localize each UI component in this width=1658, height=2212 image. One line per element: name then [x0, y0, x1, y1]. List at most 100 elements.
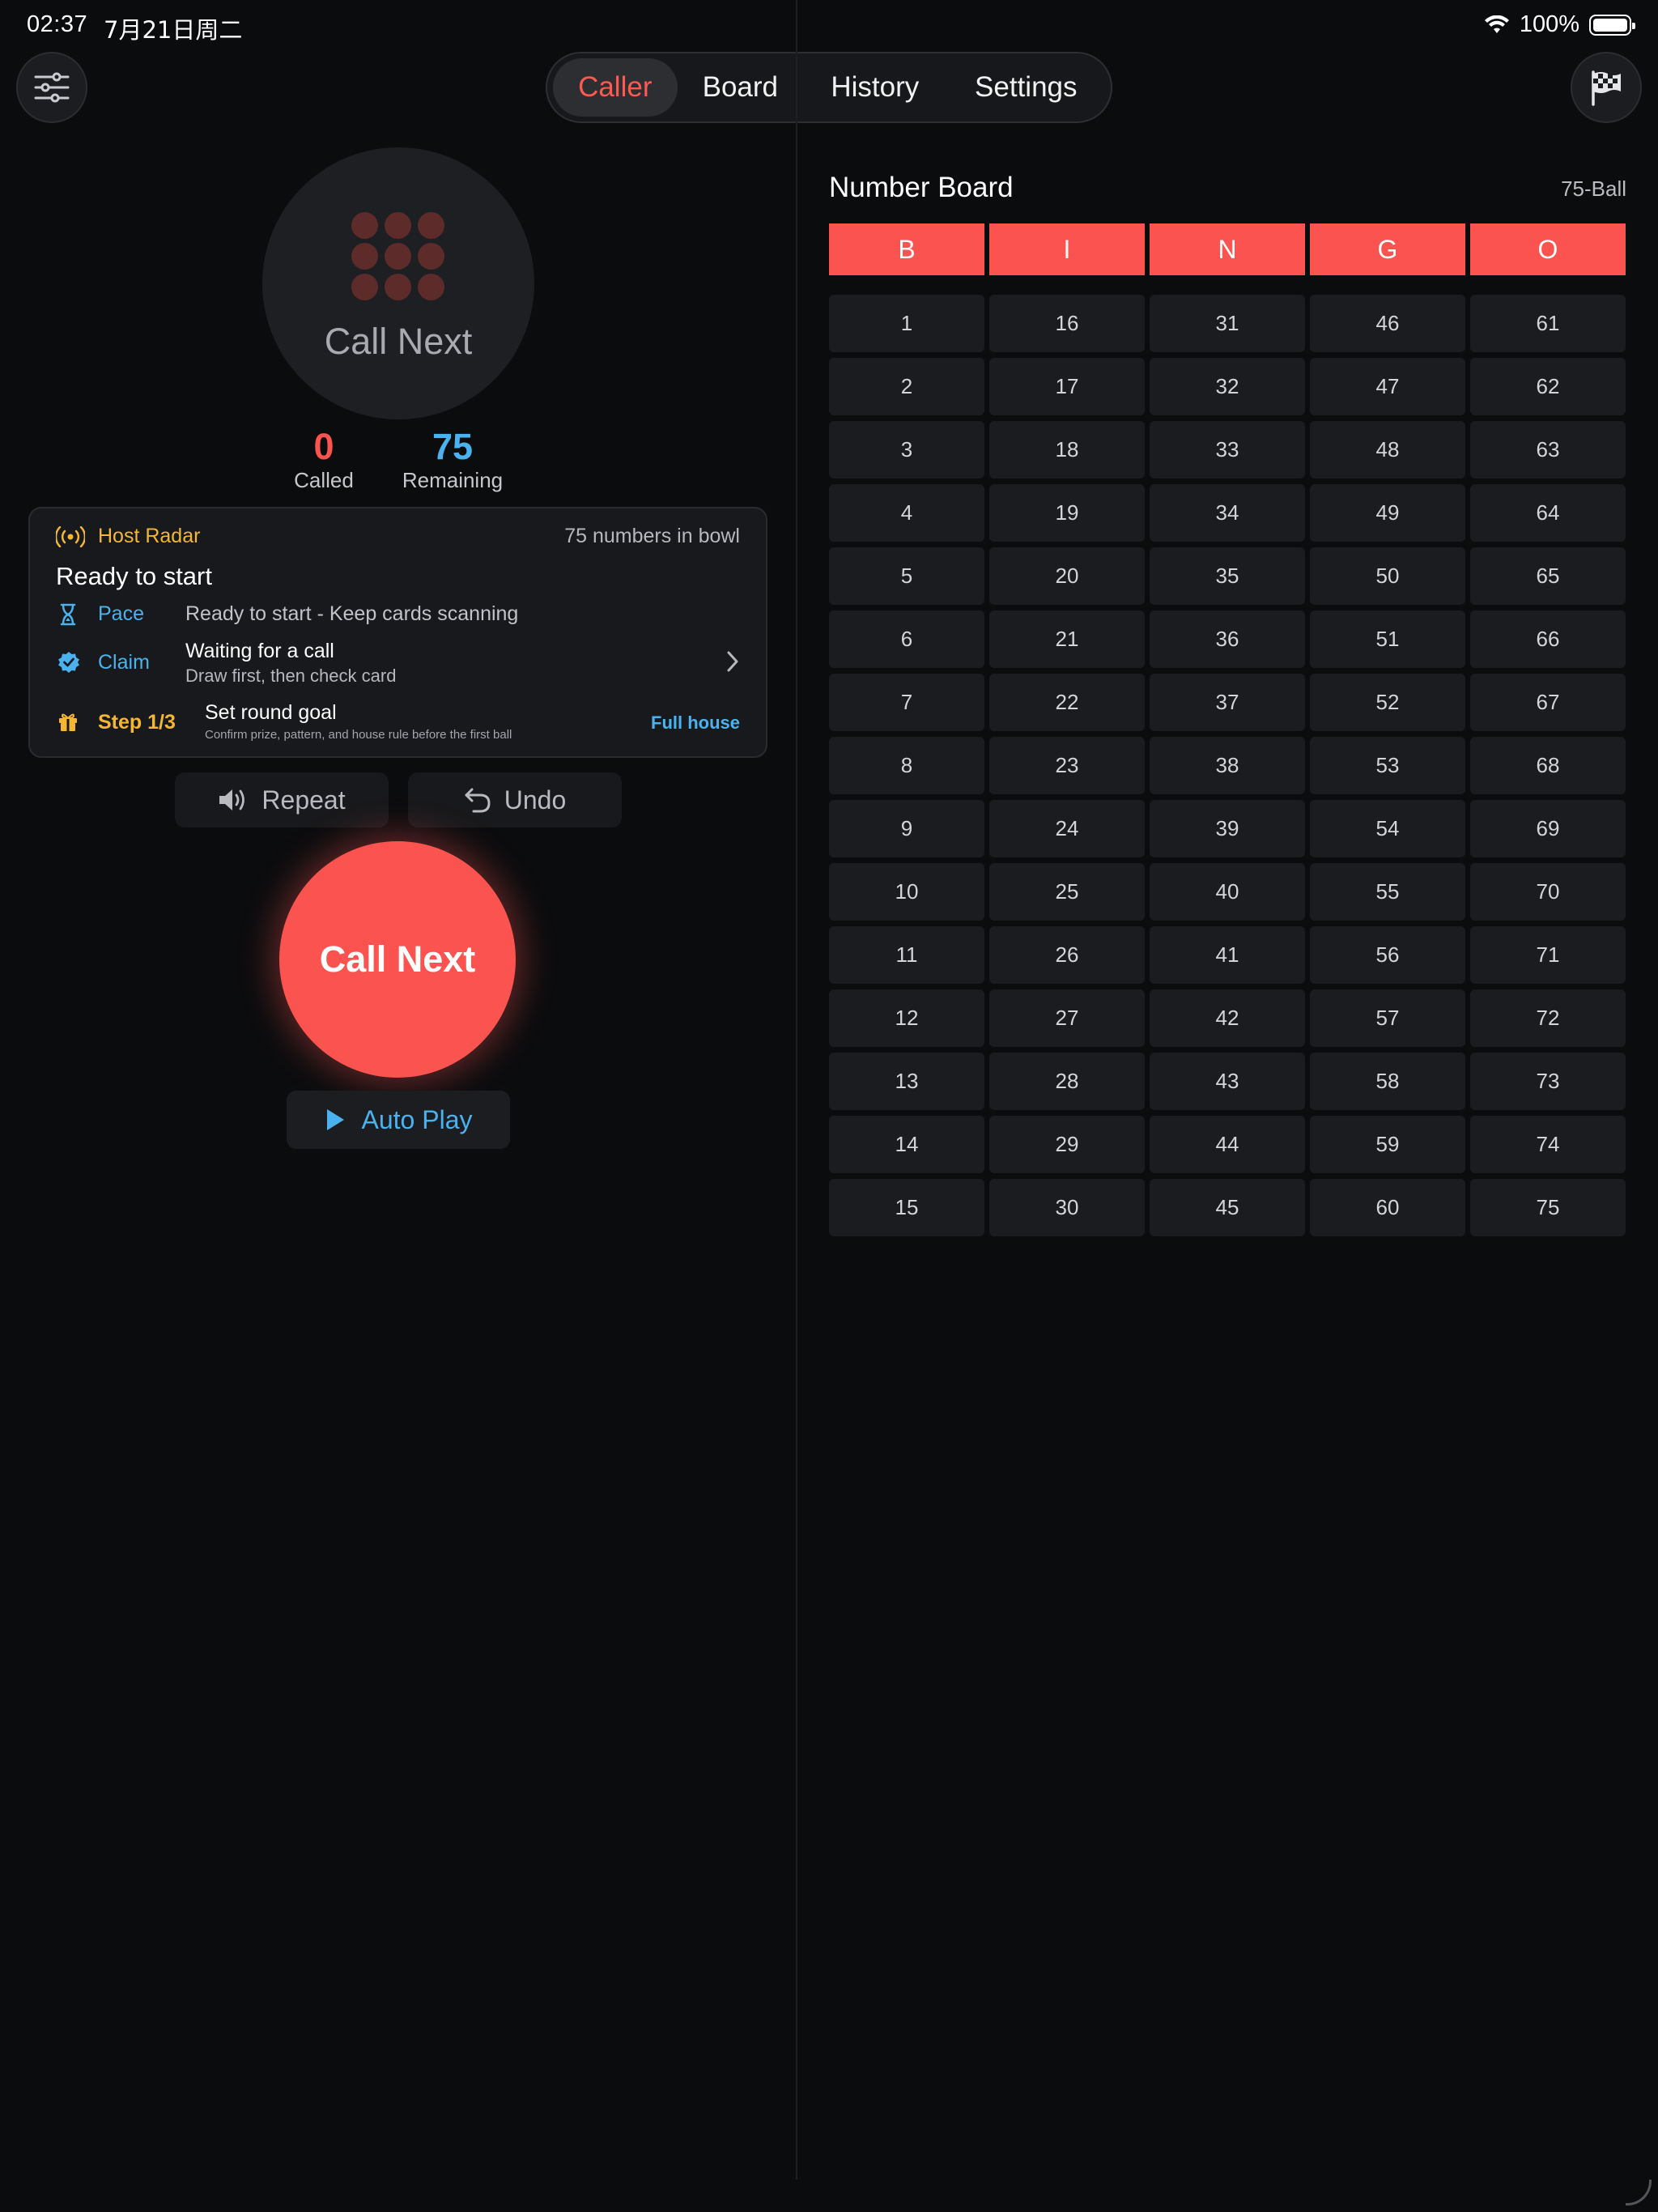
step-label: Step 1/3: [98, 711, 176, 734]
number-cell-27[interactable]: 27: [989, 989, 1145, 1047]
number-cell-1[interactable]: 1: [829, 295, 984, 352]
number-cell-13[interactable]: 13: [829, 1053, 984, 1110]
tab-caller[interactable]: Caller: [553, 58, 678, 117]
number-cell-43[interactable]: 43: [1150, 1053, 1305, 1110]
number-cell-7[interactable]: 7: [829, 674, 984, 731]
number-cell-44[interactable]: 44: [1150, 1116, 1305, 1173]
number-cell-33[interactable]: 33: [1150, 421, 1305, 479]
tab-board[interactable]: Board: [678, 58, 804, 117]
number-cell-23[interactable]: 23: [989, 737, 1145, 794]
number-cell-16[interactable]: 16: [989, 295, 1145, 352]
number-cell-34[interactable]: 34: [1150, 484, 1305, 542]
column-header-g: G: [1310, 223, 1465, 275]
number-cell-71[interactable]: 71: [1470, 926, 1626, 984]
number-cell-41[interactable]: 41: [1150, 926, 1305, 984]
number-cell-28[interactable]: 28: [989, 1053, 1145, 1110]
number-cell-24[interactable]: 24: [989, 800, 1145, 857]
number-cell-21[interactable]: 21: [989, 610, 1145, 668]
number-cell-18[interactable]: 18: [989, 421, 1145, 479]
board-header-row: B I N G O: [829, 223, 1626, 275]
number-cell-11[interactable]: 11: [829, 926, 984, 984]
number-cell-15[interactable]: 15: [829, 1179, 984, 1236]
called-label: Called: [294, 468, 354, 492]
number-cell-2[interactable]: 2: [829, 358, 984, 415]
number-cell-62[interactable]: 62: [1470, 358, 1626, 415]
number-cell-72[interactable]: 72: [1470, 989, 1626, 1047]
current-ball[interactable]: Call Next: [262, 147, 534, 419]
column-header-i: I: [989, 223, 1145, 275]
number-cell-14[interactable]: 14: [829, 1116, 984, 1173]
number-cell-30[interactable]: 30: [989, 1179, 1145, 1236]
finish-game-button[interactable]: [1571, 52, 1642, 123]
number-cell-75[interactable]: 75: [1470, 1179, 1626, 1236]
number-cell-3[interactable]: 3: [829, 421, 984, 479]
number-cell-31[interactable]: 31: [1150, 295, 1305, 352]
number-cell-73[interactable]: 73: [1470, 1053, 1626, 1110]
claim-row[interactable]: Claim Waiting for a call Draw first, the…: [30, 640, 769, 696]
number-cell-37[interactable]: 37: [1150, 674, 1305, 731]
checkered-flag-icon: [1592, 70, 1621, 106]
tab-history[interactable]: History: [803, 58, 946, 117]
number-cell-60[interactable]: 60: [1310, 1179, 1465, 1236]
number-cell-48[interactable]: 48: [1310, 421, 1465, 479]
number-cell-40[interactable]: 40: [1150, 863, 1305, 921]
auto-play-button[interactable]: Auto Play: [287, 1091, 510, 1149]
repeat-button[interactable]: Repeat: [175, 772, 389, 827]
number-cell-61[interactable]: 61: [1470, 295, 1626, 352]
number-cell-56[interactable]: 56: [1310, 926, 1465, 984]
number-cell-74[interactable]: 74: [1470, 1116, 1626, 1173]
number-cell-58[interactable]: 58: [1310, 1053, 1465, 1110]
filters-button[interactable]: [16, 52, 87, 123]
number-cell-68[interactable]: 68: [1470, 737, 1626, 794]
number-cell-64[interactable]: 64: [1470, 484, 1626, 542]
number-cell-59[interactable]: 59: [1310, 1116, 1465, 1173]
number-cell-20[interactable]: 20: [989, 547, 1145, 605]
number-cell-19[interactable]: 19: [989, 484, 1145, 542]
tab-settings[interactable]: Settings: [947, 58, 1105, 117]
pace-text: Ready to start - Keep cards scanning: [185, 602, 519, 625]
number-cell-66[interactable]: 66: [1470, 610, 1626, 668]
number-cell-32[interactable]: 32: [1150, 358, 1305, 415]
number-cell-38[interactable]: 38: [1150, 737, 1305, 794]
full-house-link[interactable]: Full house: [651, 713, 740, 734]
number-cell-63[interactable]: 63: [1470, 421, 1626, 479]
number-cell-55[interactable]: 55: [1310, 863, 1465, 921]
number-cell-50[interactable]: 50: [1310, 547, 1465, 605]
number-cell-52[interactable]: 52: [1310, 674, 1465, 731]
number-cell-5[interactable]: 5: [829, 547, 984, 605]
number-cell-47[interactable]: 47: [1310, 358, 1465, 415]
play-icon: [326, 1109, 344, 1130]
number-cell-25[interactable]: 25: [989, 863, 1145, 921]
number-cell-45[interactable]: 45: [1150, 1179, 1305, 1236]
undo-button[interactable]: Undo: [408, 772, 622, 827]
number-cell-8[interactable]: 8: [829, 737, 984, 794]
number-cell-4[interactable]: 4: [829, 484, 984, 542]
number-cell-17[interactable]: 17: [989, 358, 1145, 415]
number-cell-57[interactable]: 57: [1310, 989, 1465, 1047]
number-cell-42[interactable]: 42: [1150, 989, 1305, 1047]
board-mode: 75-Ball: [1561, 177, 1626, 201]
number-cell-26[interactable]: 26: [989, 926, 1145, 984]
number-cell-65[interactable]: 65: [1470, 547, 1626, 605]
number-cell-12[interactable]: 12: [829, 989, 984, 1047]
number-cell-70[interactable]: 70: [1470, 863, 1626, 921]
number-cell-10[interactable]: 10: [829, 863, 984, 921]
number-cell-6[interactable]: 6: [829, 610, 984, 668]
hourglass-icon: [60, 603, 76, 626]
number-cell-35[interactable]: 35: [1150, 547, 1305, 605]
number-cell-54[interactable]: 54: [1310, 800, 1465, 857]
number-cell-22[interactable]: 22: [989, 674, 1145, 731]
number-cell-39[interactable]: 39: [1150, 800, 1305, 857]
number-cell-69[interactable]: 69: [1470, 800, 1626, 857]
resize-handle-icon[interactable]: [1626, 2180, 1652, 2206]
number-cell-9[interactable]: 9: [829, 800, 984, 857]
number-cell-67[interactable]: 67: [1470, 674, 1626, 731]
remaining-label: Remaining: [402, 468, 504, 492]
call-next-button[interactable]: Call Next: [279, 841, 516, 1078]
number-cell-29[interactable]: 29: [989, 1116, 1145, 1173]
number-cell-36[interactable]: 36: [1150, 610, 1305, 668]
number-cell-49[interactable]: 49: [1310, 484, 1465, 542]
number-cell-51[interactable]: 51: [1310, 610, 1465, 668]
number-cell-46[interactable]: 46: [1310, 295, 1465, 352]
number-cell-53[interactable]: 53: [1310, 737, 1465, 794]
